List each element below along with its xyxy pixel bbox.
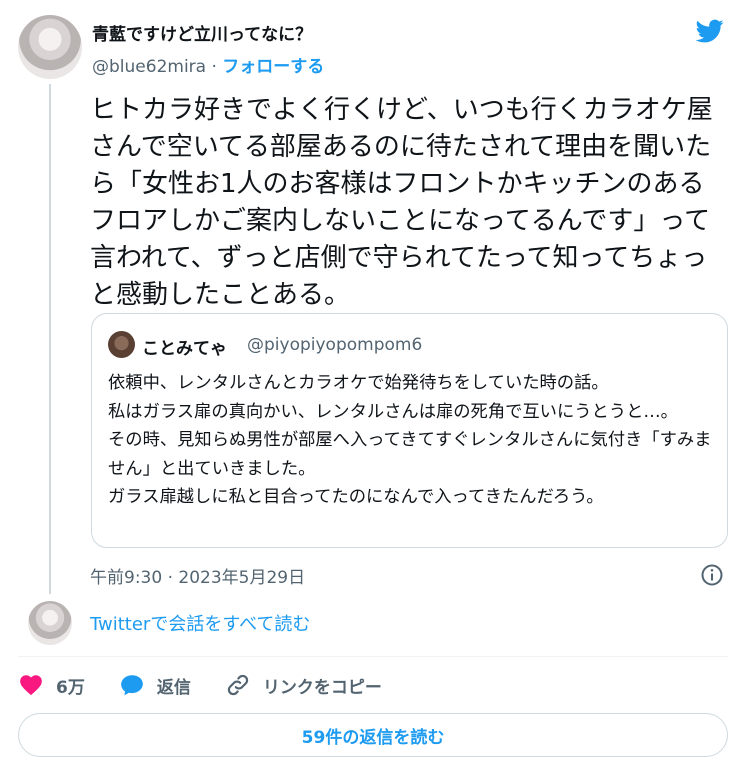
copy-link-label: リンクをコピー <box>262 677 382 698</box>
separator: · <box>211 57 217 77</box>
follow-button[interactable]: フォローする <box>222 57 324 77</box>
quoted-avatar <box>108 331 135 358</box>
quoted-handle: @piyopiyopompom6 <box>247 335 423 355</box>
twitter-logo-icon[interactable] <box>694 17 726 45</box>
quoted-tweet[interactable]: ことみてゃ @piyopiyopompom6 依頼中、レンタルさんとカラオケで始… <box>91 313 728 548</box>
thread-line <box>49 84 51 594</box>
divider <box>18 656 728 657</box>
conversation-avatar <box>28 601 72 645</box>
like-button[interactable]: 6万 <box>18 672 85 698</box>
author-handle-row: @blue62mira · フォローする <box>92 52 324 77</box>
tweet-timestamp[interactable]: 午前9:30 · 2023年5月29日 <box>90 563 305 588</box>
author-handle[interactable]: @blue62mira <box>92 57 206 77</box>
quoted-line: ガラス扉越しに私と目合ってたのになんで入ってきたんだろう。 <box>108 487 604 507</box>
heart-icon <box>20 675 42 696</box>
like-count: 6万 <box>56 677 85 698</box>
quoted-display-name: ことみてゃ <box>142 339 227 359</box>
read-replies-button[interactable]: 59件の返信を読む <box>18 713 728 757</box>
reply-bubble-icon <box>121 675 143 696</box>
link-icon <box>227 674 248 696</box>
tweet-text: ヒトカラ好きでよく行くけど、いつも行くカラオケ屋さんで空いてる部屋あるのに待たさ… <box>90 95 713 310</box>
quoted-line: その時、見知らぬ男性が部屋へ入ってきてすぐレンタルさんに気付き「すみません」と出… <box>108 430 712 479</box>
quoted-line: 依頼中、レンタルさんとカラオケで始発待ちをしていた時の話。 <box>108 373 609 393</box>
quoted-text: 依頼中、レンタルさんとカラオケで始発待ちをしていた時の話。 私はガラス扉の真向か… <box>108 369 720 512</box>
author-avatar[interactable] <box>18 15 82 79</box>
info-icon[interactable] <box>700 563 724 587</box>
quoted-line: 私はガラス扉の真向かい、レンタルさんは扉の死角で互いにうとうと…。 <box>108 401 678 422</box>
reply-button[interactable]: 返信 <box>119 672 191 698</box>
copy-link-button[interactable]: リンクをコピー <box>225 672 382 698</box>
reply-label: 返信 <box>156 677 191 698</box>
author-display-name[interactable]: 青藍ですけど立川ってなに？ <box>92 20 312 45</box>
read-conversation-link[interactable]: Twitterで会話をすべて読む <box>90 610 310 636</box>
action-bar: 6万 返信 リンクをコピー <box>18 668 416 702</box>
